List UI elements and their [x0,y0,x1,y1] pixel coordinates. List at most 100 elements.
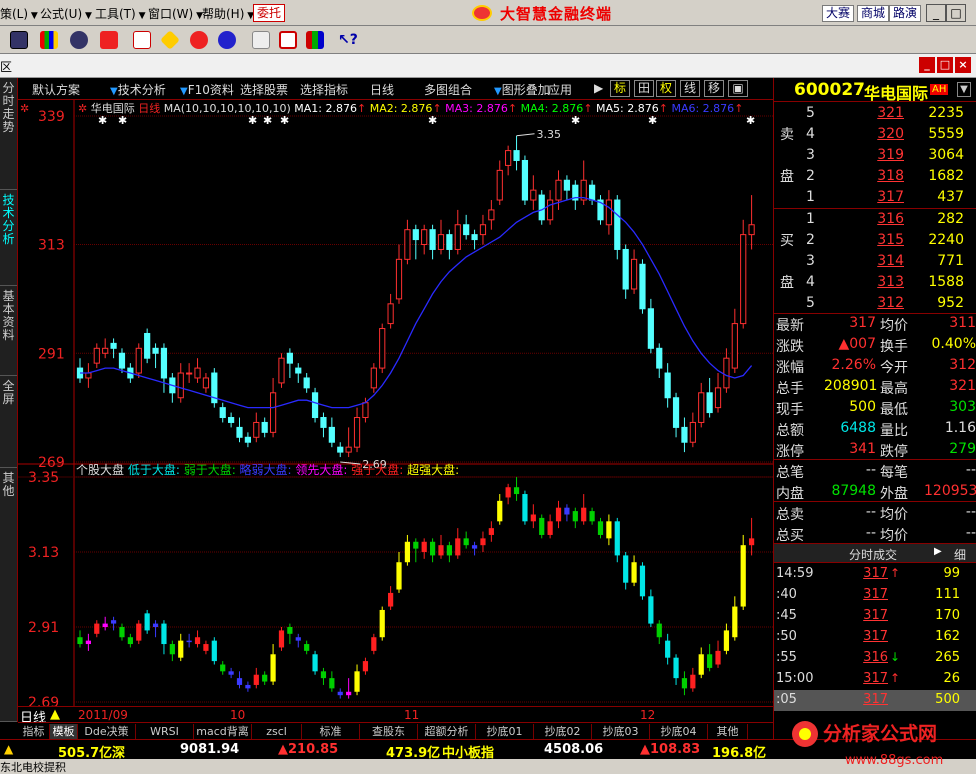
menu-item-1[interactable]: 公式(U) ▼ [40,5,92,22]
ask-row[interactable]: 2 318 1682 [774,166,976,187]
chart-tool-3[interactable]: 选择股票 [240,81,288,98]
chart-tool-7[interactable]: ▼图形叠加 [494,81,550,98]
indicator-tab-10[interactable]: 抄底02 [534,724,592,739]
ask-row[interactable]: 1 317 437 [774,187,976,208]
menu-item-4[interactable]: 帮助(H) ▼ [202,5,254,22]
chart-tool-5[interactable]: 日线 [370,81,394,98]
indicator-tab-4[interactable]: macd背离 [194,724,252,739]
indicator-tab-6[interactable]: 标准 [302,724,360,739]
sub-restore-button[interactable]: □ [937,57,953,73]
indicator-tab-12[interactable]: 抄底04 [650,724,708,739]
tick-row[interactable]: :45 317 170 [774,606,976,627]
color-bars-icon[interactable] [40,31,58,49]
red-circle-icon[interactable] [190,31,208,49]
keyboard-icon[interactable] [10,31,28,49]
chart-tool-6[interactable]: 多图组合 [424,81,472,98]
status-value-2[interactable]: 9081.94 [180,742,239,757]
indicator-bar [169,644,175,655]
tab-fundamentals[interactable]: 基本资料 [0,286,17,376]
indicator-tab-8[interactable]: 超额分析 [418,724,476,739]
status-value-3[interactable]: ▲210.85 [278,742,338,757]
flag-icon[interactable] [133,31,151,49]
candle-body [253,421,260,438]
indicator-name: 个股大盘 [76,462,128,477]
chart-toggle-3[interactable]: 线 [680,80,700,97]
indicator-tab-1[interactable]: 模板 [50,724,78,739]
indicator-tab-0[interactable]: 指标 [18,724,50,739]
tab-technical[interactable]: 技术分析 [0,190,17,286]
sub-minimize-button[interactable]: _ [919,57,935,73]
tab-fullscreen[interactable]: 全屏 [0,376,17,468]
chart-tool-2[interactable]: ▼F10资料 [180,81,234,98]
quote-row: 总笔 -- 每笔 -- [774,460,976,481]
menu-item-2[interactable]: 工具(T) ▼ [95,5,146,22]
tick-row[interactable]: :50 317 162 [774,627,976,648]
index-up-icon: ▲ [4,742,14,756]
chart-tool-8[interactable]: 应用 [548,81,572,98]
indicator-tab-13[interactable]: 其他 [708,724,748,739]
help-cursor-icon[interactable]: ↖? [338,31,358,49]
chart-tool-0[interactable]: 默认方案 [32,81,80,98]
ask-row[interactable]: 5 321 2235 [774,103,976,124]
tick-row[interactable]: 15:00 317 ↑ 26 [774,669,976,690]
indicator-tab-7[interactable]: 查股东 [360,724,418,739]
indicator-tab-9[interactable]: 抄底01 [476,724,534,739]
chart-tool-label: 多图组合 [424,83,473,97]
bid-row[interactable]: 5 312 952 [774,293,976,314]
indicator-tab-5[interactable]: zscl [252,724,302,739]
tick-detail-button[interactable]: 细 [954,546,966,563]
binoculars-icon[interactable] [70,31,88,49]
status-value-7[interactable]: ▲108.83 [640,742,700,757]
candle-body [345,446,352,453]
tick-header[interactable]: 分时成交 ▶ 细 [774,543,976,563]
roadshow-button[interactable]: 路演 [889,5,921,22]
mall-button[interactable]: 商城 [857,5,889,22]
books-icon[interactable] [306,31,324,49]
contest-button[interactable]: 大赛 [822,5,854,22]
ex-rights-marker-icon: ✱ [648,114,657,127]
chart-toggle-0[interactable]: 标 [610,80,630,97]
blue-circle-icon[interactable] [218,31,236,49]
stock-menu-icon[interactable]: ▼ [957,82,971,97]
indicator-tab-11[interactable]: 抄底03 [592,724,650,739]
bid-row[interactable]: 4 313 1588 [774,272,976,293]
menu-item-0[interactable]: 策(L) ▼ [0,5,38,22]
play-icon[interactable]: ▶ [934,546,942,557]
window-icon[interactable] [279,31,297,49]
chart-tool-1[interactable]: ▼技术分析 [110,81,166,98]
chart-toggle-5[interactable]: ▣ [728,80,748,97]
folder-icon[interactable] [252,31,270,49]
play-icon[interactable]: ▶ [594,81,603,95]
status-value-6[interactable]: 4508.06 [544,742,603,757]
diamond-icon[interactable] [160,30,180,50]
bid-row[interactable]: 3 314 771 [774,251,976,272]
ask-row[interactable]: 3 319 3064 [774,145,976,166]
tab-other[interactable]: 其他 [0,468,17,722]
tick-row[interactable]: :40 317 111 [774,585,976,606]
tick-row[interactable]: :05 317 500 [774,690,976,711]
chart-toggle-1[interactable]: 田 [634,80,654,97]
bid-price: 316 [877,211,904,227]
maximize-button[interactable]: □ [946,4,966,22]
ask-row[interactable]: 4 320 5559 [774,124,976,145]
candle-body [152,347,159,354]
menu-item-3[interactable]: 窗口(W) ▼ [148,5,203,22]
chart-toggle-2[interactable]: 权 [656,80,676,97]
chart-toggle-4[interactable]: 移 [704,80,724,97]
sub-close-button[interactable]: × [955,57,971,73]
indicator-tab-3[interactable]: WRSI [136,724,194,739]
tick-row[interactable]: :55 316 ↓ 265 [774,648,976,669]
quote-value: 6488 [840,420,876,436]
bid-row[interactable]: 1 316 282 [774,209,976,230]
chart-area[interactable]: 339 313 291 269 ✲ 华电国际 日线 MA(10,10,10,10,10,… [18,100,773,706]
minimize-button[interactable]: _ [926,4,946,22]
entrust-button[interactable]: 委托 [253,4,285,22]
ma-label-2: MA3: 2.876 [445,102,508,115]
bid-row[interactable]: 2 315 2240 [774,230,976,251]
tick-row[interactable]: 14:59 317 ↑ 99 [774,564,976,585]
tab-intraday[interactable]: 分时走势 [0,78,17,190]
tools-icon[interactable] [100,31,118,49]
indicator-tab-2[interactable]: Dde决策 [78,724,136,739]
chart-tool-4[interactable]: 选择指标 [300,81,348,98]
period-up-icon[interactable]: ▲ [50,707,60,722]
